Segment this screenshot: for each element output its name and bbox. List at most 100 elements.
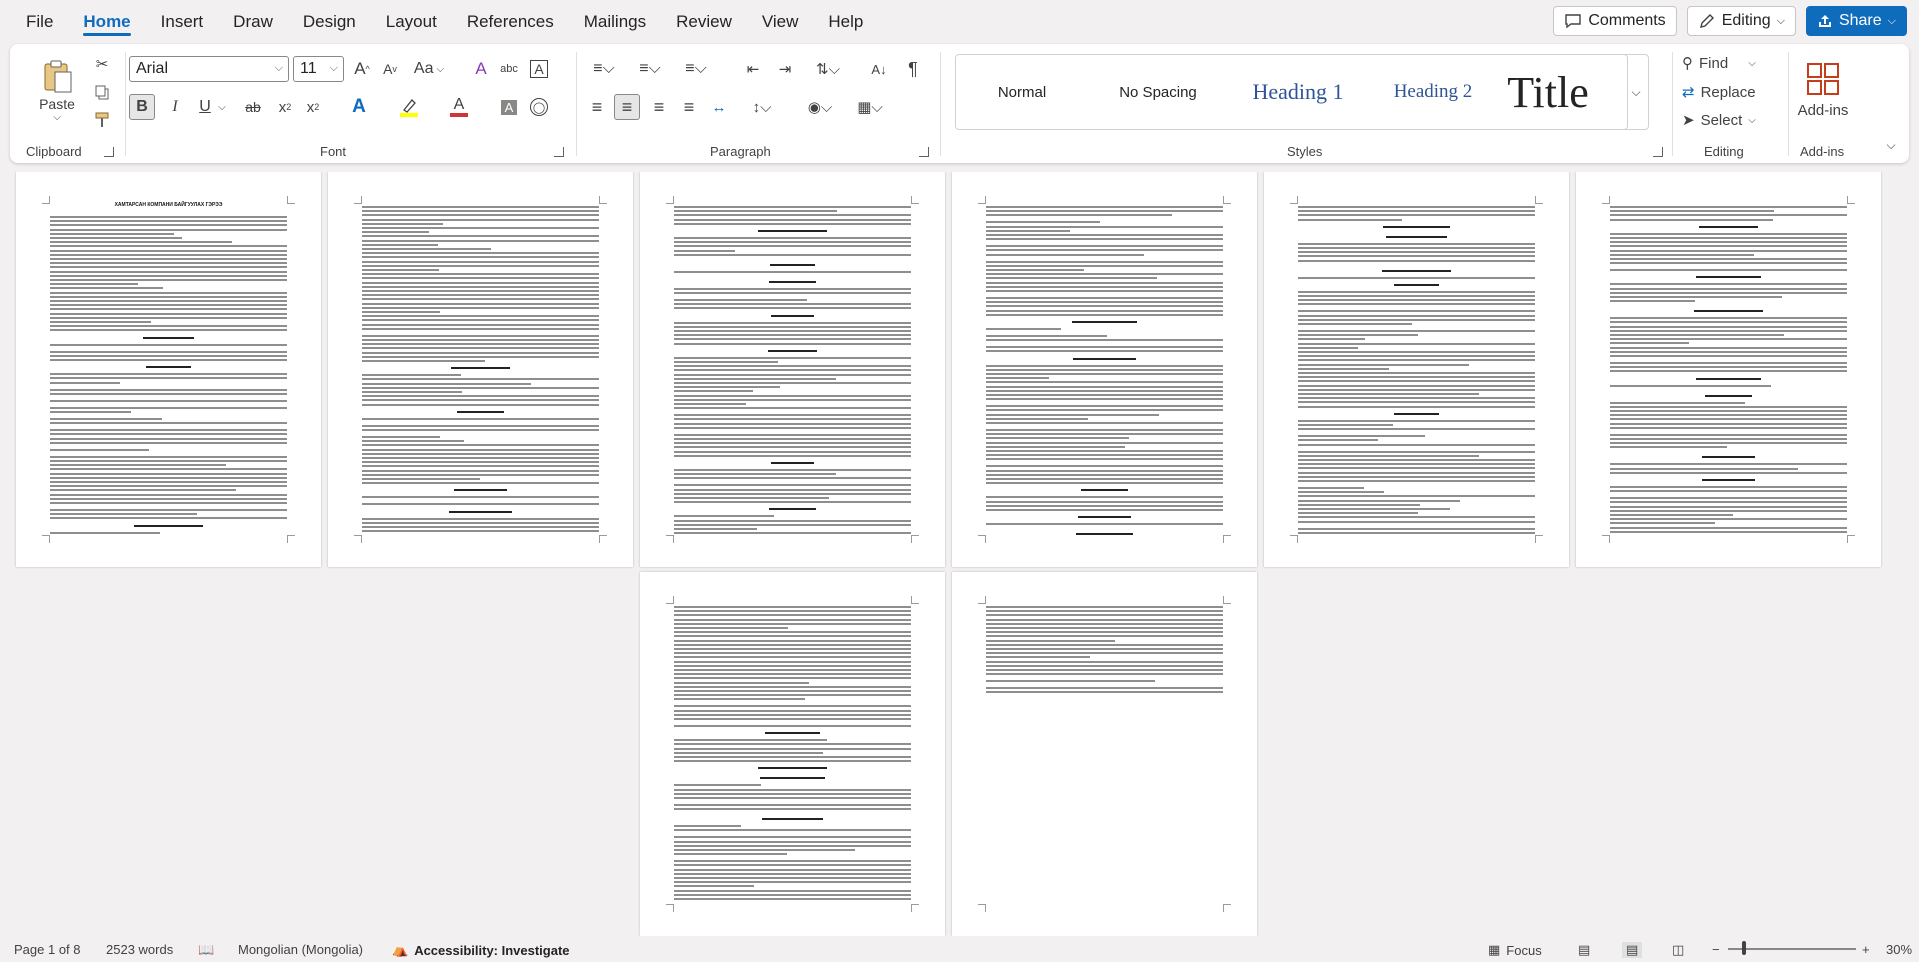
document-page[interactable] [640, 172, 945, 567]
tab-file[interactable]: File [0, 0, 68, 44]
align-right-icon[interactable]: ≡ [646, 94, 672, 120]
font-name-dropdown[interactable]: Arial ⌵ [129, 56, 289, 82]
word-count[interactable]: 2523 words [106, 942, 173, 957]
tab-view[interactable]: View [747, 0, 814, 44]
margin-mark [978, 904, 986, 912]
zoom-slider-thumb[interactable] [1742, 941, 1746, 955]
change-case-button[interactable]: Aa ⌵ [410, 56, 448, 82]
style-no-spacing[interactable]: No Spacing [1088, 55, 1228, 129]
text-direction-icon[interactable]: ⇅⌵ [808, 56, 848, 82]
text-line [674, 249, 735, 252]
chevron-down-icon[interactable]: ⌵ [53, 112, 61, 123]
styles-launcher[interactable] [1653, 147, 1663, 157]
style-normal[interactable]: Normal [956, 55, 1088, 129]
bold-button[interactable]: B [129, 94, 155, 120]
copy-icon[interactable] [90, 80, 114, 104]
shrink-font-icon[interactable]: Av [378, 56, 402, 82]
tab-review[interactable]: Review [661, 0, 747, 44]
font-launcher[interactable] [554, 147, 564, 157]
sort-icon[interactable]: A↓ [866, 56, 892, 82]
text-effects-icon[interactable]: A [346, 94, 372, 120]
tab-draw[interactable]: Draw [218, 0, 288, 44]
tab-layout[interactable]: Layout [371, 0, 452, 44]
underline-button[interactable]: U [192, 94, 218, 120]
focus-button[interactable]: ▦ Focus [1488, 942, 1542, 958]
document-page[interactable] [952, 572, 1257, 936]
font-size-dropdown[interactable]: 11 ⌵ [293, 56, 344, 82]
select-button[interactable]: ➤ Select ⌵ [1682, 107, 1772, 133]
document-page[interactable] [952, 172, 1257, 567]
enclose-characters-icon[interactable]: ◯ [526, 94, 552, 120]
cut-icon[interactable]: ✂ [90, 52, 114, 76]
tab-mailings[interactable]: Mailings [569, 0, 661, 44]
replace-button[interactable]: ⇄ Replace [1682, 79, 1772, 105]
document-page[interactable] [1264, 172, 1569, 567]
tab-help[interactable]: Help [813, 0, 878, 44]
document-page[interactable]: ХАМТАРСАН КОМПАНИ БАЙГУУЛАХ ГЭРЭЭ [16, 172, 321, 567]
increase-indent-icon[interactable]: ⇥ [772, 56, 798, 82]
align-left-icon[interactable]: ≡ [584, 94, 610, 120]
document-page[interactable] [1576, 172, 1881, 567]
document-area[interactable]: ХАМТАРСАН КОМПАНИ БАЙГУУЛАХ ГЭРЭЭ [0, 172, 1919, 936]
justify-icon[interactable]: ≡ [676, 94, 702, 120]
italic-button[interactable]: I [162, 94, 188, 120]
subscript-button[interactable]: x2 [272, 94, 298, 120]
strikethrough-button[interactable]: ab [240, 94, 266, 120]
separator [940, 52, 941, 156]
style-heading-1[interactable]: Heading 1 [1228, 55, 1368, 129]
find-button[interactable]: ⚲ Find ⌵ [1682, 50, 1772, 76]
accessibility-status[interactable]: ⛺ Accessibility: Investigate [392, 942, 570, 958]
borders-icon[interactable]: ▦⌵ [850, 94, 890, 120]
tab-design[interactable]: Design [288, 0, 371, 44]
phonetic-guide-icon[interactable]: abc [496, 56, 522, 82]
proofing-status[interactable]: 📖 [198, 942, 214, 958]
share-button[interactable]: Share ⌵ [1805, 6, 1907, 36]
editing-mode-button[interactable]: Editing ⌵ [1686, 6, 1796, 36]
chevron-down-icon[interactable]: ⌵ [216, 94, 228, 120]
zoom-out-icon[interactable]: − [1712, 942, 1720, 957]
read-mode-icon[interactable]: ▤ [1578, 942, 1590, 958]
paste-button[interactable]: Paste ⌵ [30, 50, 84, 130]
tab-insert[interactable]: Insert [146, 0, 219, 44]
document-page[interactable] [640, 572, 945, 936]
zoom-slider[interactable] [1728, 948, 1856, 950]
distributed-icon[interactable]: ↔ [706, 94, 732, 120]
style-title[interactable]: Title [1498, 55, 1598, 129]
text-line [50, 481, 287, 483]
multilevel-list-icon[interactable]: ≡⌵ [676, 56, 716, 82]
font-color-icon[interactable]: A [446, 94, 472, 120]
bullets-icon[interactable]: ≡⌵ [584, 56, 624, 82]
clear-formatting-icon[interactable]: A​ [468, 56, 494, 82]
language[interactable]: Mongolian (Mongolia) [238, 942, 363, 957]
zoom-in-icon[interactable]: + [1862, 942, 1870, 957]
pilcrow-icon[interactable]: ¶ [900, 56, 926, 82]
collapse-ribbon-icon[interactable]: ⌵ [1882, 136, 1900, 154]
print-layout-icon[interactable]: ▤ [1622, 942, 1643, 958]
superscript-button[interactable]: x2 [300, 94, 326, 120]
paint-bucket-icon[interactable]: ◉⌵ [800, 94, 840, 120]
styles-expand-icon[interactable]: ⌵ [1624, 54, 1649, 130]
shading-icon[interactable]: A [496, 94, 522, 120]
grow-font-icon[interactable]: A ^ [350, 56, 374, 82]
clipboard-launcher[interactable] [104, 147, 114, 157]
highlight-color-icon[interactable] [396, 94, 422, 120]
align-center-icon[interactable]: ≡ [614, 94, 640, 120]
web-layout-icon[interactable]: ◫ [1672, 942, 1684, 958]
numbering-icon[interactable]: ≡⌵ [630, 56, 670, 82]
paragraph-launcher[interactable] [919, 147, 929, 157]
page-count[interactable]: Page 1 of 8 [14, 942, 81, 957]
character-border-icon[interactable]: A [526, 56, 552, 82]
style-heading-2[interactable]: Heading 2 [1368, 55, 1498, 129]
text-line [362, 403, 599, 406]
comments-button[interactable]: Comments [1553, 6, 1677, 36]
document-page[interactable] [328, 172, 633, 567]
tab-home[interactable]: Home [68, 0, 145, 44]
line-spacing-icon[interactable]: ↕⌵ [742, 94, 782, 120]
decrease-indent-icon[interactable]: ⇤ [740, 56, 766, 82]
zoom-level[interactable]: 30% [1886, 942, 1912, 957]
add-ins-button[interactable]: Add-ins [1794, 50, 1852, 130]
text-line [1610, 414, 1847, 417]
text-line [362, 264, 599, 267]
format-painter-icon[interactable] [90, 108, 114, 132]
tab-references[interactable]: References [452, 0, 569, 44]
